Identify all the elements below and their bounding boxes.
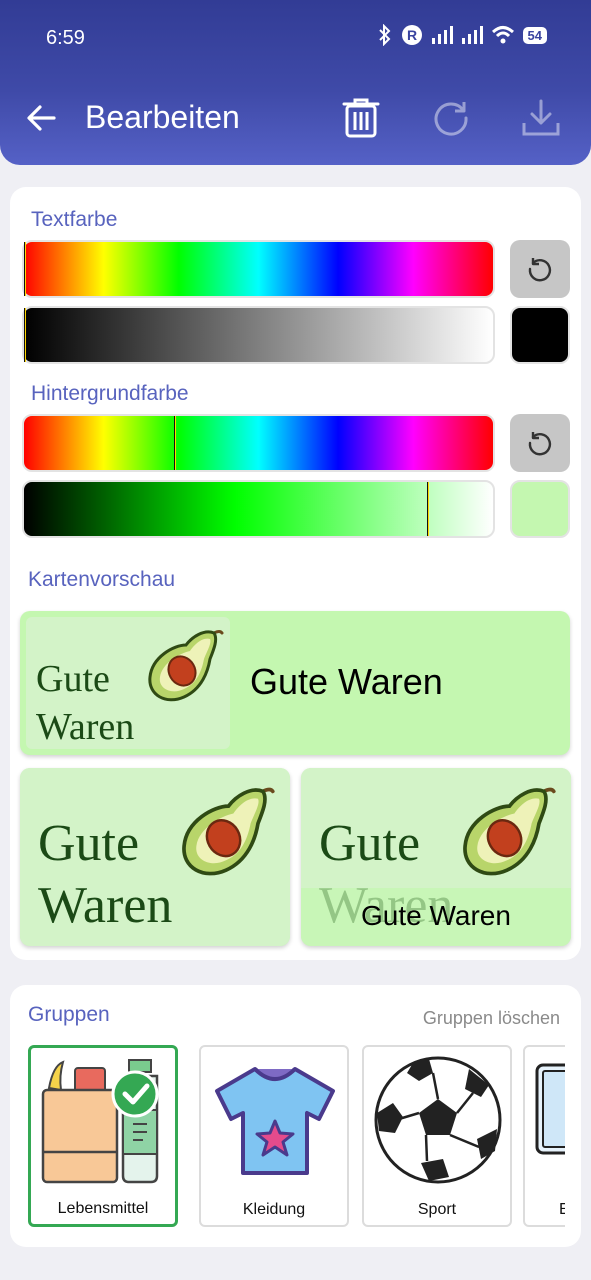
background-color-swatch (510, 480, 570, 538)
card-preview-label: Kartenvorschau (28, 568, 176, 591)
back-arrow-icon[interactable] (24, 100, 60, 136)
background-shade-slider[interactable] (22, 480, 495, 538)
card-image-text-line2: Waren (38, 877, 173, 934)
avocado-icon (148, 630, 224, 702)
text-shade-slider[interactable] (22, 306, 495, 364)
group-tile-kleidung[interactable]: Kleidung (199, 1045, 349, 1227)
background-color-reset-button[interactable] (510, 414, 570, 472)
square-card-preview-with-title: Gute Waren Gute Waren (301, 768, 571, 946)
signal-icon-2 (461, 26, 483, 44)
wifi-icon (491, 26, 514, 44)
refresh-icon[interactable] (430, 97, 472, 139)
electronics-icon (535, 1063, 565, 1155)
text-shade-handle[interactable] (24, 308, 26, 362)
text-hue-slider[interactable] (22, 240, 495, 298)
status-icons: R 54 (377, 24, 547, 46)
page-title: Bearbeiten (85, 99, 240, 135)
wide-card-preview: Gute Waren Gute Waren (20, 611, 570, 755)
avocado-icon (182, 787, 275, 876)
reset-icon (528, 258, 552, 282)
background-hue-handle[interactable] (174, 416, 177, 470)
group-tile-el[interactable]: El (523, 1045, 565, 1227)
card-title: Gute Waren (250, 661, 443, 702)
group-tile-label: Sport (417, 1201, 457, 1218)
card-image-text-line1: Gute (36, 658, 110, 700)
group-tile-sport[interactable]: Sport (362, 1045, 512, 1227)
status-time: 6:59 (46, 27, 85, 49)
card-image-text-line2: Waren (36, 706, 135, 748)
card-image-text-line1: Gute (319, 815, 421, 872)
groups-card: Gruppen Gruppen löschen Lebensmittel Kle… (10, 985, 581, 1247)
card-image-text-line1: Gute (38, 815, 140, 872)
group-tile-label: El (559, 1201, 565, 1218)
square-card-preview: Gute Waren (20, 768, 290, 946)
reset-icon (528, 432, 552, 456)
avocado-icon (463, 787, 556, 876)
groceries-icon (41, 1059, 159, 1184)
app-bar: 6:59 R 54 Bearbeiten (0, 0, 591, 165)
text-color-reset-button[interactable] (510, 240, 570, 298)
groups-label: Gruppen (28, 1003, 110, 1026)
bluetooth-icon (378, 24, 390, 46)
group-tile-label: Lebensmittel (57, 1200, 149, 1217)
battery-badge: 54 (522, 26, 547, 44)
card-image: Gute Waren (26, 617, 230, 749)
signal-icon (431, 26, 453, 44)
group-tile-lebensmittel[interactable]: Lebensmittel (28, 1045, 178, 1227)
registered-icon: R (401, 25, 422, 45)
color-editor-card: Textfarbe Hintergrundfarbe Kartenvorscha… (10, 187, 581, 960)
download-icon[interactable] (520, 97, 562, 139)
card-image: Gute Waren (20, 768, 290, 946)
background-hue-slider[interactable] (22, 414, 495, 472)
background-shade-handle[interactable] (427, 482, 430, 536)
text-color-swatch (510, 306, 570, 364)
trash-icon[interactable] (340, 97, 382, 139)
svg-text:R: R (406, 27, 416, 43)
group-tile-label: Kleidung (242, 1201, 306, 1218)
card-title: Gute Waren (361, 900, 511, 931)
tshirt-icon (215, 1067, 335, 1175)
text-hue-handle[interactable] (24, 242, 26, 296)
clear-groups-button[interactable]: Gruppen löschen (423, 1008, 560, 1029)
soccer-ball-icon (374, 1056, 502, 1184)
text-color-label: Textfarbe (31, 208, 118, 231)
groups-list[interactable]: Lebensmittel Kleidung Sport E (26, 1045, 565, 1227)
background-color-label: Hintergrundfarbe (31, 382, 189, 405)
